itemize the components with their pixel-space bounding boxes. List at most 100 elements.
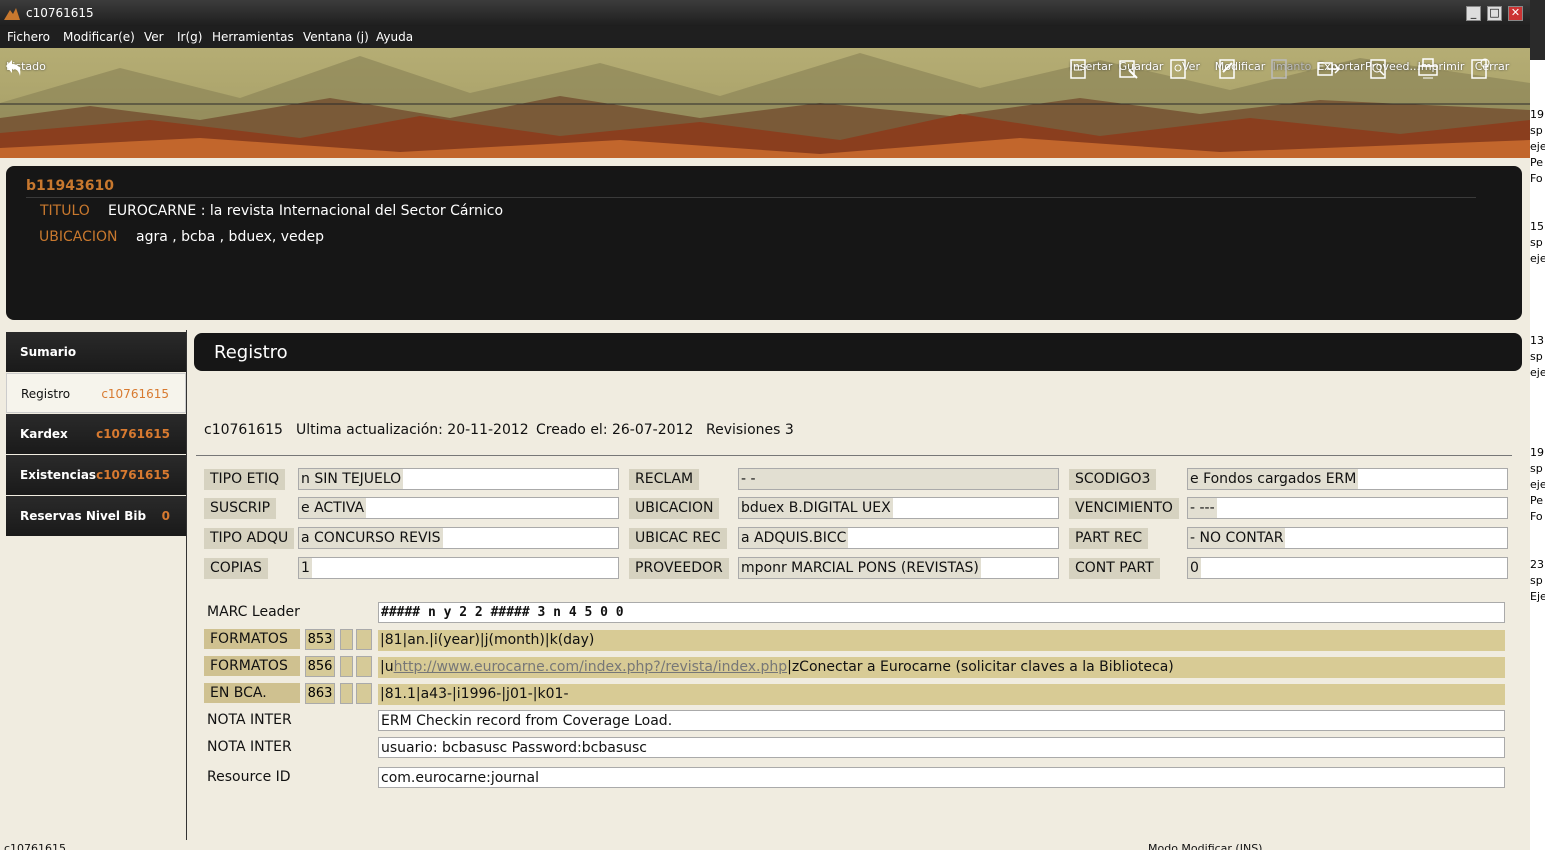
menu-ayuda[interactable]: Ayuda — [376, 30, 413, 44]
disabled-toolbar-button: Imanto — [1266, 56, 1318, 106]
copias-label: COPIAS — [204, 558, 268, 579]
varfield-value[interactable]: |81.1|a43-|i1996-|j01-|k01- — [378, 684, 1505, 705]
suscrip-field[interactable]: e ACTIVA — [298, 497, 619, 519]
proveedor-button[interactable]: Proveed... — [1365, 56, 1420, 106]
marc-tag[interactable]: 853 — [305, 629, 335, 650]
part-rec-value: - NO CONTAR — [1188, 528, 1286, 548]
edit-icon — [1219, 59, 1235, 79]
background-window: 19 sp eje Pe Fo 15 sp eje 13 sp eje 19 s… — [1530, 0, 1545, 850]
indicator-1[interactable] — [340, 656, 353, 677]
guardar-button[interactable]: Guardar — [1115, 56, 1167, 106]
marc-tag[interactable]: 856 — [305, 656, 335, 677]
vencimiento-field[interactable]: - --- — [1187, 497, 1508, 519]
reclam-field[interactable]: - - — [738, 468, 1059, 490]
ver-button[interactable]: Ver — [1165, 56, 1217, 106]
record-header: b11943610 TITULO EUROCARNE : la revista … — [6, 166, 1522, 320]
ubicacion-value: agra , bcba , bduex, vedep — [136, 229, 325, 245]
bg-text: Fo — [1530, 172, 1543, 185]
exportar-button[interactable]: Exportar — [1315, 56, 1367, 106]
subfield-suffix: |zConectar a Eurocarne (solicitar claves… — [787, 659, 1174, 675]
ubicac-rec-field[interactable]: a ADQUIS.BICC — [738, 527, 1059, 549]
cerrar-button[interactable]: Cerrar — [1466, 56, 1518, 106]
bg-text: sp — [1530, 574, 1543, 587]
close-doc-icon — [1471, 58, 1490, 79]
imprimir-button[interactable]: Imprimir — [1415, 56, 1467, 106]
varfield-value[interactable]: |81|an.|i(year)|j(month)|k(day) — [378, 630, 1505, 651]
sidebar-item-code: c10761615 — [101, 387, 169, 401]
sidebar-item-registro[interactable]: Registro c10761615 — [6, 373, 186, 413]
nota-field[interactable]: usuario: bcbasusc Password:bcbasusc — [378, 737, 1505, 758]
menu-ir[interactable]: Ir(g) — [177, 30, 202, 44]
close-window-icon[interactable]: ✕ — [1508, 6, 1523, 21]
tipo-etiq-field[interactable]: n SIN TEJUELO — [298, 468, 619, 490]
copias-value: 1 — [299, 558, 312, 578]
nota-field[interactable]: ERM Checkin record from Coverage Load. — [378, 710, 1505, 731]
maximize-icon[interactable]: □ — [1487, 6, 1502, 21]
insertar-button[interactable]: Insertar — [1065, 56, 1117, 106]
ubicacion-field[interactable]: bduex B.DIGITAL UEX — [738, 497, 1059, 519]
scodigo3-field[interactable]: e Fondos cargados ERM — [1187, 468, 1508, 490]
part-rec-field[interactable]: - NO CONTAR — [1187, 527, 1508, 549]
title-bar: c10761615 _ □ ✕ — [0, 0, 1530, 26]
tipo-etiq-label: TIPO ETIQ — [204, 469, 286, 490]
vencimiento-label: VENCIMIENTO — [1069, 498, 1179, 519]
indicator-1[interactable] — [340, 683, 353, 704]
indicator-1[interactable] — [340, 629, 353, 650]
minimize-icon[interactable]: _ — [1466, 6, 1481, 21]
bg-text: eje — [1530, 252, 1545, 265]
panel-divider — [186, 330, 187, 840]
proveedor-value: mponr MARCIAL PONS (REVISTAS) — [739, 558, 981, 578]
subfield-prefix: |u — [380, 659, 394, 675]
varfield-url-value[interactable]: |uhttp://www.eurocarne.com/index.php?/re… — [378, 657, 1505, 678]
reclam-label: RECLAM — [629, 469, 700, 490]
created-date: Creado el: 26-07-2012 — [536, 422, 694, 438]
marc-tag[interactable]: 863 — [305, 683, 335, 704]
cont-part-field[interactable]: 0 — [1187, 557, 1508, 579]
menu-modificar[interactable]: Modificar(e) — [63, 30, 135, 44]
view-icon — [1170, 59, 1186, 79]
listado-button[interactable]: Listado — [0, 56, 52, 106]
sidebar-item-sumario[interactable]: Sumario — [6, 332, 186, 372]
toolbar-banner: Listado Insertar Guardar Ver Modificar I… — [0, 48, 1530, 158]
tipo-adqu-field[interactable]: a CONCURSO REVIS — [298, 527, 619, 549]
sidebar-item-code: 0 — [161, 509, 170, 523]
last-updated: Ultima actualización: 20-11-2012 — [296, 422, 529, 438]
app-window: c10761615 _ □ ✕ Fichero Modificar(e) Ver… — [0, 0, 1530, 850]
url-link[interactable]: http://www.eurocarne.com/index.php?/revi… — [394, 659, 788, 675]
bg-text: sp — [1530, 236, 1543, 249]
sidebar-item-code: c10761615 — [96, 427, 170, 441]
sidebar: Sumario Registro c10761615 Kardex c1076161… — [6, 332, 186, 537]
resource-id-label: Resource ID — [207, 769, 291, 785]
ubicacion-field-label: UBICACION — [629, 498, 720, 519]
sidebar-item-kardex[interactable]: Kardex c10761615 — [6, 414, 186, 454]
sidebar-item-reservas[interactable]: Reservas Nivel Bib 0 — [6, 496, 186, 536]
indicator-2[interactable] — [356, 683, 372, 704]
modificar-button[interactable]: Modificar — [1214, 56, 1266, 106]
titulo-value: EUROCARNE : la revista Internacional del… — [108, 203, 504, 219]
marc-leader-field[interactable]: ##### n y 2 2 ##### 3 n 4 5 0 0 — [378, 602, 1505, 623]
menu-ventana[interactable]: Ventana (j) — [303, 30, 369, 44]
bg-text: sp — [1530, 462, 1543, 475]
menu-ver[interactable]: Ver — [144, 30, 164, 44]
tipo-etiq-value: n SIN TEJUELO — [299, 469, 404, 489]
scodigo3-value: e Fondos cargados ERM — [1188, 469, 1359, 489]
marc-leader-label: MARC Leader — [207, 604, 300, 620]
sidebar-item-existencias[interactable]: Existencias c10761615 — [6, 455, 186, 495]
print-icon — [1418, 58, 1438, 79]
cont-part-value: 0 — [1188, 558, 1201, 578]
sidebar-item-label: Registro — [21, 387, 71, 401]
menu-fichero[interactable]: Fichero — [7, 30, 50, 44]
indicator-2[interactable] — [356, 656, 372, 677]
bg-text: eje — [1530, 478, 1545, 491]
proveedor-field[interactable]: mponr MARCIAL PONS (REVISTAS) — [738, 557, 1059, 579]
bg-text: 23 — [1530, 558, 1544, 571]
nota-label: NOTA INTER — [207, 739, 292, 755]
sidebar-item-code: c10761615 — [96, 468, 170, 482]
bg-text: eje — [1530, 140, 1545, 153]
copias-field[interactable]: 1 — [298, 557, 619, 579]
bg-text: Eje — [1530, 590, 1545, 603]
menu-herramientas[interactable]: Herramientas — [212, 30, 294, 44]
resource-id-field[interactable]: com.eurocarne:journal — [378, 767, 1505, 788]
revisions: Revisiones 3 — [706, 422, 794, 438]
indicator-2[interactable] — [356, 629, 372, 650]
